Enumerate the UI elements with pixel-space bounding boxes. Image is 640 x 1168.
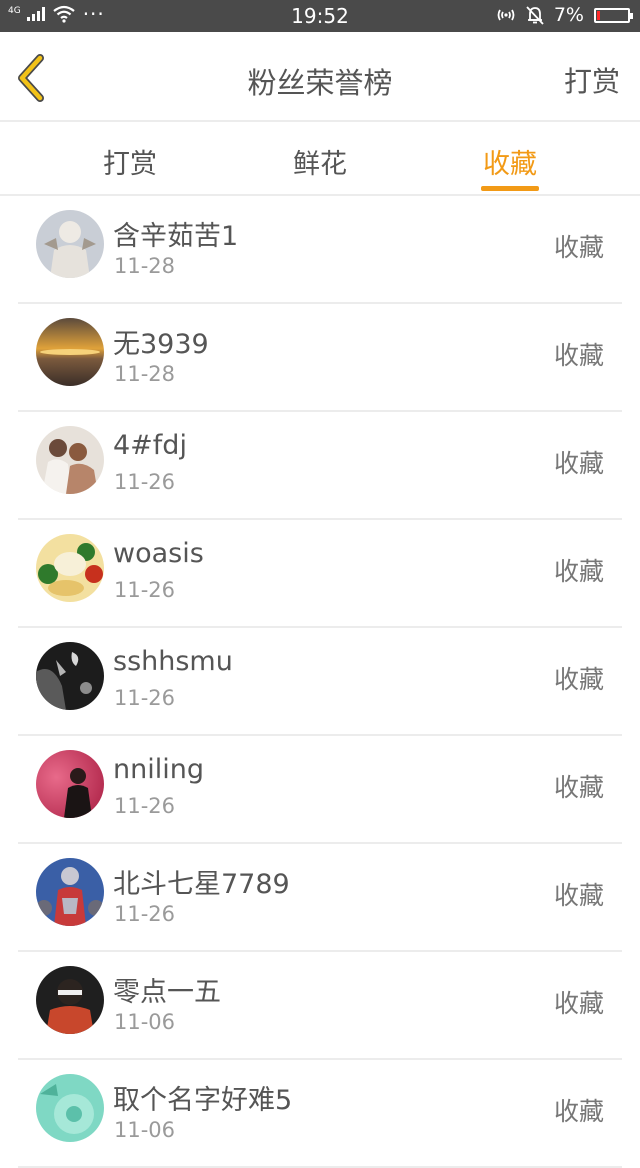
- active-tab-indicator: [481, 186, 539, 191]
- reward-button[interactable]: 打赏: [564, 60, 620, 100]
- avatar: [36, 642, 104, 710]
- page-title: 粉丝荣誉榜: [247, 66, 393, 100]
- user-name: woasis: [113, 538, 204, 569]
- list-item[interactable]: woasis 11-26 收藏: [0, 520, 640, 628]
- list-date: 11-26: [114, 578, 176, 602]
- list-item[interactable]: 零点一五 11-06 收藏: [0, 952, 640, 1060]
- action-label: 收藏: [553, 665, 604, 694]
- user-name: 取个名字好难5: [113, 1085, 293, 1116]
- list-date: 11-26: [114, 902, 176, 926]
- list-item[interactable]: 北斗七星7789 11-26 收藏: [0, 844, 640, 952]
- list-item[interactable]: 无3939 11-28 收藏: [0, 304, 640, 412]
- list-date: 11-28: [114, 254, 176, 278]
- action-label: 收藏: [553, 341, 604, 370]
- user-name: 零点一五: [113, 977, 221, 1008]
- avatar: [36, 534, 104, 602]
- list-item[interactable]: sshhsmu 11-26 收藏: [0, 628, 640, 736]
- user-name: sshhsmu: [113, 646, 233, 677]
- nav-bar: 粉丝荣誉榜 打赏: [0, 32, 640, 122]
- action-label: 收藏: [553, 1097, 604, 1126]
- action-label: 收藏: [553, 881, 604, 910]
- tab-favorites[interactable]: 收藏: [450, 142, 570, 181]
- avatar: [36, 750, 104, 818]
- list-date: 11-06: [114, 1118, 176, 1142]
- list-date: 11-26: [114, 794, 176, 818]
- action-label: 收藏: [553, 773, 604, 802]
- user-name: nniling: [113, 754, 204, 785]
- avatar: [36, 966, 104, 1034]
- user-name: 含辛茹苦1: [113, 221, 239, 252]
- user-name: 无3939: [113, 329, 209, 360]
- tab-bar: 打赏 鲜花 收藏: [0, 122, 640, 196]
- action-label: 收藏: [553, 449, 604, 478]
- avatar: [36, 318, 104, 386]
- user-name: 4#fdj: [113, 430, 187, 461]
- vibrate-icon: [497, 9, 515, 21]
- avatar: [36, 858, 104, 926]
- tab-reward[interactable]: 打赏: [70, 142, 190, 181]
- battery-percent: 7%: [553, 4, 584, 26]
- action-label: 收藏: [553, 989, 604, 1018]
- action-label: 收藏: [553, 557, 604, 586]
- status-right: 7%: [496, 4, 633, 26]
- user-name: 北斗七星7789: [113, 869, 290, 900]
- list-item[interactable]: 4#fdj 11-26 收藏: [0, 412, 640, 520]
- action-label: 收藏: [553, 233, 604, 262]
- battery-level: [597, 10, 600, 20]
- list-date: 11-26: [114, 686, 176, 710]
- list-date: 11-06: [114, 1010, 176, 1034]
- list-date: 11-28: [114, 362, 176, 386]
- mute-bell-icon: [526, 6, 544, 25]
- battery-icon: [594, 7, 633, 23]
- list-item[interactable]: 含辛茹苦1 11-28 收藏: [0, 196, 640, 304]
- status-bar: 4G ··· 19:52 7%: [0, 0, 640, 32]
- list-item[interactable]: nniling 11-26 收藏: [0, 736, 640, 844]
- list-date: 11-26: [114, 470, 176, 494]
- avatar: [36, 1074, 104, 1142]
- avatar: [36, 210, 104, 278]
- avatar: [36, 426, 104, 494]
- tab-flowers[interactable]: 鲜花: [260, 142, 380, 181]
- list-item[interactable]: 取个名字好难5 11-06 收藏: [0, 1060, 640, 1168]
